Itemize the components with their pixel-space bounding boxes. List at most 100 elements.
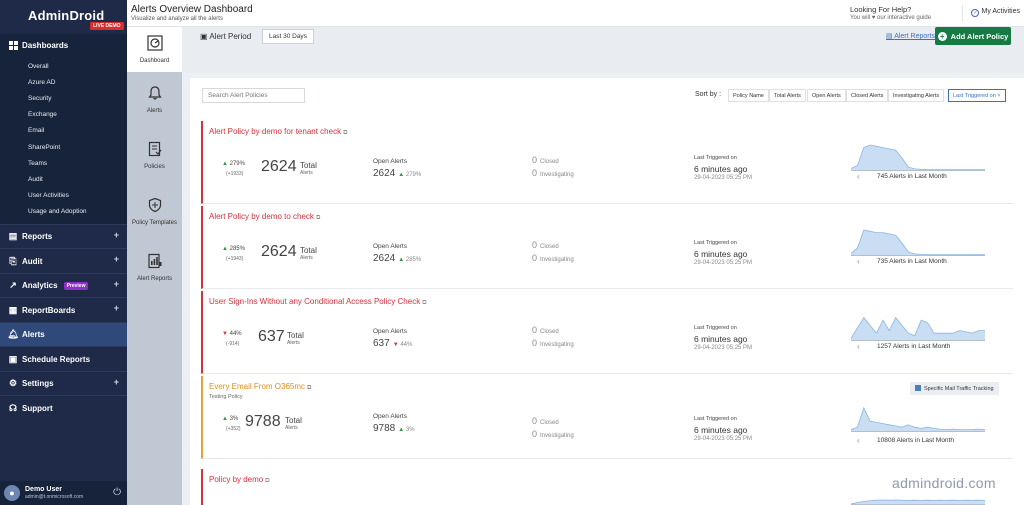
my-activities-button[interactable]: ✓ My Activities (962, 5, 1020, 21)
chevron-left-icon[interactable]: ‹ (857, 172, 860, 181)
open-value: 637 (373, 338, 390, 349)
policy-title[interactable]: Every Email From O365mc ⧉ (209, 382, 311, 392)
help-title[interactable]: Looking For Help? (850, 5, 911, 14)
sort-policy-name[interactable]: Policy Name (728, 89, 769, 102)
sidebar-item-reports[interactable]: ▤ Reports + (0, 223, 127, 249)
external-link-icon[interactable]: ⧉ (343, 130, 347, 136)
trend-delta: (+352) (226, 426, 241, 432)
sort-investigating-alerts[interactable]: Investigating Alerts (888, 89, 945, 102)
open-alerts-value: 2624 ▲ 285% (373, 253, 421, 264)
trend-delta: (-914) (226, 341, 240, 347)
subnav-alerts[interactable]: Alerts (127, 72, 182, 128)
sidebar-item-audit[interactable]: ⎘ Audit + (0, 248, 127, 273)
last-triggered-relative: 6 minutes ago (694, 164, 748, 174)
expand-icon[interactable]: + (114, 303, 119, 313)
headset-icon: ☊ (9, 402, 17, 413)
sidebar-item-analytics[interactable]: ↗ Analytics Preview + (0, 272, 127, 298)
open-value: 2624 (373, 253, 396, 264)
trend-value: 285% (229, 246, 245, 252)
down-arrow-icon: ▼ (222, 331, 228, 337)
submenu-item-email[interactable]: Email (0, 123, 127, 139)
chevron-left-icon[interactable]: ‹ (857, 436, 860, 445)
sidebar-item-dashboards[interactable]: Dashboards (0, 34, 127, 56)
submenu-item-exchange[interactable]: Exchange (0, 107, 127, 123)
submenu-item-teams[interactable]: Teams (0, 155, 127, 171)
expand-icon[interactable]: + (114, 377, 119, 387)
alerts-sub-label: Alerts (300, 255, 313, 261)
total-alerts-value: 637 (258, 328, 285, 345)
power-icon[interactable]: ⏻ (113, 487, 121, 498)
investigating-value: 0 (532, 429, 538, 439)
reportboards-icon: ▦ (8, 304, 18, 315)
policy-title[interactable]: Alert Policy by demo to check ⧉ (209, 212, 320, 222)
alert-policy-card: Every Email From O365mc ⧉ Testing Policy … (201, 376, 1013, 459)
chevron-left-icon[interactable]: ‹ (857, 257, 860, 266)
external-link-icon[interactable]: ⧉ (422, 300, 426, 306)
last-triggered-date: 29-04-2023 05:25 PM (694, 345, 753, 351)
sparkline-caption: 735 Alerts in Last Month (877, 258, 947, 265)
sort-total-alerts[interactable]: Total Alerts (769, 89, 806, 102)
submenu-item-usage-adoption[interactable]: Usage and Adoption (0, 204, 127, 220)
sidebar: AdminDroid LIVE DEMO Dashboards Overall … (0, 0, 127, 505)
investigating-count: 0 Investigating (532, 168, 574, 178)
submenu-item-audit[interactable]: Audit (0, 171, 127, 187)
investigating-label: Investigating (540, 172, 574, 178)
alert-period-select[interactable]: Last 30 Days (262, 29, 314, 44)
sidebar-item-schedule-reports[interactable]: ▣ Schedule Reports (0, 346, 127, 371)
alert-sparkline (851, 406, 985, 432)
help-subtitle: You will ♥ our interactive guide (850, 15, 932, 21)
subnav-label: Policies (144, 164, 165, 170)
sort-closed-alerts[interactable]: Closed Alerts (846, 89, 889, 102)
chevron-left-icon[interactable]: ‹ (857, 342, 860, 351)
subnav-policy-templates[interactable]: Policy Templates (127, 184, 182, 240)
external-link-icon[interactable]: ⧉ (316, 215, 320, 221)
sidebar-item-label: Schedule Reports (22, 354, 91, 364)
closed-count: 0 Closed (532, 240, 559, 250)
submenu-item-overall[interactable]: Overall (0, 58, 127, 74)
alert-period-label: ▣ Alert Period (200, 32, 251, 41)
investigating-count: 0 Investigating (532, 338, 574, 348)
dashboard-icon (8, 40, 18, 50)
expand-icon[interactable]: + (114, 279, 119, 289)
dashboards-submenu: Overall Azure AD Security Exchange Email… (0, 56, 127, 224)
open-alerts-value: 637 ▼ 44% (373, 338, 412, 349)
sidebar-item-alerts[interactable]: 🔔︎ Alerts (0, 321, 127, 347)
search-input[interactable] (202, 88, 305, 103)
policy-title[interactable]: Policy by demo ⧉ (209, 475, 270, 485)
external-link-icon[interactable]: ⧉ (265, 478, 269, 484)
trend-percent: ▲ 285% (222, 246, 245, 252)
submenu-item-security[interactable]: Security (0, 90, 127, 106)
expand-icon[interactable]: + (114, 254, 119, 264)
submenu-item-sharepoint[interactable]: SharePoint (0, 139, 127, 155)
subnav-dashboard[interactable]: Dashboard (127, 27, 182, 72)
submenu-item-azure-ad[interactable]: Azure AD (0, 74, 127, 90)
sidebar-item-support[interactable]: ☊ Support (0, 395, 127, 420)
sort-open-alerts[interactable]: Open Alerts (807, 89, 846, 102)
subnav-alert-reports[interactable]: Alert Reports (127, 240, 182, 296)
external-link-icon[interactable]: ⧉ (307, 385, 311, 391)
closed-label: Closed (540, 329, 559, 335)
expand-icon[interactable]: + (114, 230, 119, 240)
user-profile[interactable]: ● Demo User admin@t.onmicrosoft.com ⏻ (0, 481, 127, 505)
add-alert-policy-label: Add Alert Policy (950, 31, 1009, 41)
sort-label: Sort by : (695, 91, 722, 98)
closed-label: Closed (540, 420, 559, 426)
subnav-policies[interactable]: Policies (127, 128, 182, 184)
sidebar-item-settings[interactable]: ⚙ Settings + (0, 370, 127, 396)
policy-title[interactable]: User Sign-Ins Without any Conditional Ac… (209, 297, 427, 307)
last-triggered-relative: 6 minutes ago (694, 334, 748, 344)
plus-icon: + (937, 31, 947, 41)
reports-icon: ▤ (8, 231, 18, 242)
policy-title[interactable]: Alert Policy by demo for tenant check ⧉ (209, 127, 347, 137)
sort-last-triggered[interactable]: Last Triggered on ˅ (948, 89, 1006, 102)
bell-icon (147, 85, 163, 105)
subnav-label: Policy Templates (132, 220, 177, 226)
watermark: admindroid.com (892, 475, 996, 491)
policy-title-text: Alert Policy by demo to check (209, 212, 314, 221)
brand[interactable]: AdminDroid LIVE DEMO (0, 0, 127, 32)
submenu-item-user-activities[interactable]: User Activities (0, 188, 127, 204)
add-alert-policy-button[interactable]: + Add Alert Policy (935, 27, 1011, 45)
sidebar-item-reportboards[interactable]: ▦ ReportBoards + (0, 297, 127, 322)
alert-reports-link[interactable]: ▤ Alert Reports (886, 32, 935, 40)
alert-policy-card: Alert Policy by demo to check ⧉ ▲ 285% (+… (201, 206, 1013, 289)
